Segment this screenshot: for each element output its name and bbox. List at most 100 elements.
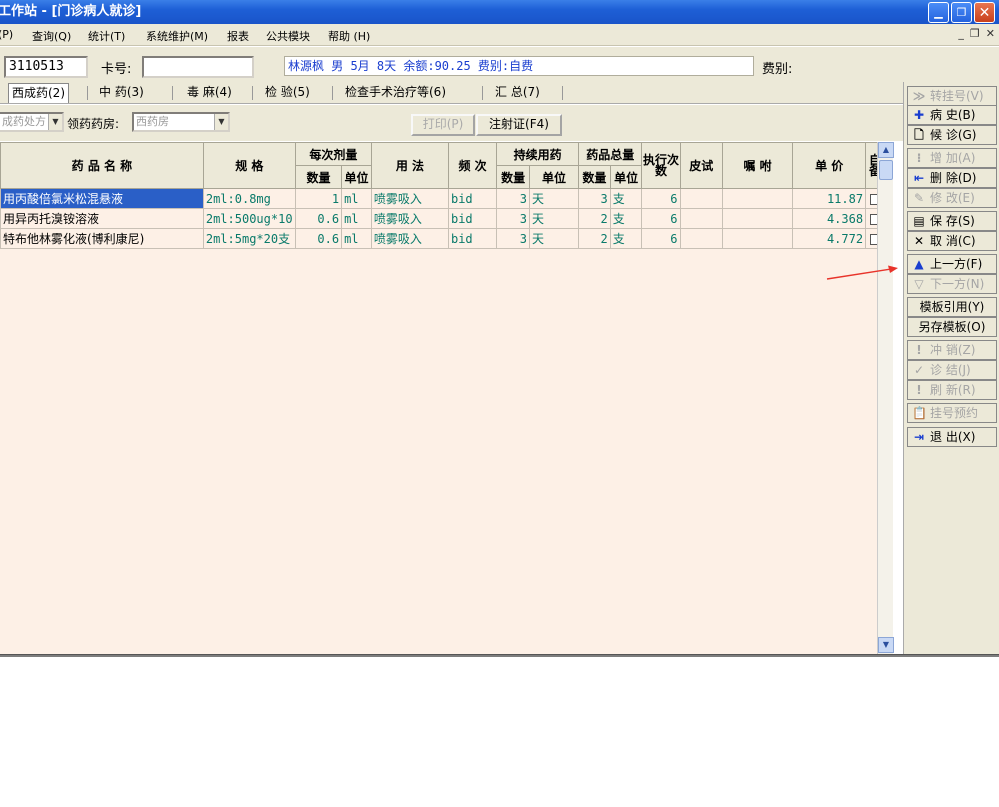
scroll-thumb[interactable] <box>879 160 893 180</box>
cell-total-unit[interactable]: 支 <box>609 228 643 249</box>
cell-cont-qty[interactable]: 3 <box>496 208 530 229</box>
cell-instructions[interactable] <box>721 228 794 249</box>
scroll-down-icon[interactable]: ▼ <box>878 637 894 653</box>
side-button-0[interactable]: ≫ 转挂号(V) <box>907 86 997 106</box>
side-button-1[interactable]: ✚ 病 史(B) <box>907 105 997 125</box>
prescription-type-combo[interactable]: 成药处方 ▼ <box>0 112 64 132</box>
table-row[interactable]: 用异丙托溴铵溶液 2ml:500ug*10 0.6 ml 喷雾吸入 bid 3 天 2 支 6 4.3… <box>0 208 893 229</box>
tab-chinese-medicine[interactable]: 中 药(3) <box>96 83 147 103</box>
patient-id-field[interactable]: 3110513 <box>4 56 88 78</box>
side-button-5[interactable]: ✎ 修 改(E) <box>907 188 997 208</box>
tab-narcotics[interactable]: 毒 麻(4) <box>184 83 235 103</box>
cell-skin-test[interactable] <box>679 188 723 209</box>
cell-usage[interactable]: 喷雾吸入 <box>370 228 449 249</box>
table-row[interactable]: 用丙酸倍氯米松混悬液 2ml:0.8mg 1 ml 喷雾吸入 bid 3 天 3 支 6 11.87 <box>0 188 893 209</box>
side-button-14[interactable]: ! 刷 新(R) <box>907 380 997 400</box>
double-chevron-right-icon: ≫ <box>912 89 926 103</box>
cell-cont-qty[interactable]: 3 <box>496 188 530 209</box>
cell-unit-price[interactable]: 4.772 <box>792 228 867 249</box>
menu-item-report[interactable]: 报表 <box>227 28 249 44</box>
col-header-frequency: 频 次 <box>447 142 498 189</box>
cell-total-unit[interactable]: 支 <box>609 188 643 209</box>
cell-total-qty[interactable]: 3 <box>578 188 611 209</box>
cell-skin-test[interactable] <box>679 228 723 249</box>
cell-unit-price[interactable]: 4.368 <box>792 208 867 229</box>
vertical-scrollbar[interactable]: ▲ ▼ <box>877 142 894 654</box>
cell-frequency[interactable]: bid <box>447 228 498 249</box>
save-icon: ▤ <box>913 214 925 228</box>
close-button[interactable]: ✕ <box>974 2 995 23</box>
print-button[interactable]: 打印(P) <box>411 114 475 136</box>
cell-exec-count[interactable]: 6 <box>641 188 681 209</box>
side-button-10[interactable]: 模板引用(Y) <box>907 297 997 317</box>
col-header-dose-unit: 单位 <box>341 165 372 189</box>
cell-frequency[interactable]: bid <box>447 188 498 209</box>
side-button-7[interactable]: ✕ 取 消(C) <box>907 231 997 251</box>
side-button-2[interactable]: 🗋 候 诊(G) <box>907 125 997 145</box>
dropdown-arrow-icon[interactable]: ▼ <box>48 114 62 130</box>
mdi-restore-icon[interactable]: ❐ <box>970 27 980 40</box>
cell-dose-unit[interactable]: ml <box>341 188 372 209</box>
mdi-minimize-icon[interactable]: _ <box>958 27 964 40</box>
cell-instructions[interactable] <box>721 208 794 229</box>
maximize-button[interactable]: ❐ <box>951 2 972 23</box>
menu-item-query[interactable]: 查询(Q) <box>32 28 71 44</box>
side-button-15[interactable]: 📋 挂号预约 <box>907 403 997 423</box>
cell-cont-unit[interactable]: 天 <box>528 228 580 249</box>
tab-summary[interactable]: 汇 总(7) <box>492 83 543 103</box>
cell-total-qty[interactable]: 2 <box>578 228 611 249</box>
side-button-9[interactable]: ▽ 下一方(N) <box>907 274 997 294</box>
cell-drug-name[interactable]: 特布他林雾化液(博利康尼) <box>0 228 204 249</box>
menu-item-maintenance[interactable]: 系统维护(M) <box>146 28 208 44</box>
cell-dose-unit[interactable]: ml <box>341 208 372 229</box>
tab-lab-tests[interactable]: 检 验(5) <box>262 83 313 103</box>
cell-frequency[interactable]: bid <box>447 208 498 229</box>
pharmacy-combo[interactable]: 西药房 ▼ <box>132 112 230 132</box>
cell-usage[interactable]: 喷雾吸入 <box>370 208 449 229</box>
side-button-4[interactable]: ⇤ 删 除(D) <box>907 168 997 188</box>
cell-dose-qty[interactable]: 0.6 <box>294 228 343 249</box>
cell-dose-unit[interactable]: ml <box>341 228 372 249</box>
side-button-11[interactable]: 另存模板(O) <box>907 317 997 337</box>
cell-exec-count[interactable]: 6 <box>641 228 681 249</box>
side-button-13[interactable]: ✓ 诊 结(J) <box>907 360 997 380</box>
cell-exec-count[interactable]: 6 <box>641 208 681 229</box>
menu-item-common[interactable]: 公共模块 <box>266 28 310 44</box>
tab-western-medicine[interactable]: 西成药(2) <box>8 83 69 103</box>
cell-skin-test[interactable] <box>679 208 723 229</box>
injection-cert-button[interactable]: 注射证(F4) <box>476 114 562 136</box>
cell-total-unit[interactable]: 支 <box>609 208 643 229</box>
cell-cont-qty[interactable]: 3 <box>496 228 530 249</box>
cell-total-qty[interactable]: 2 <box>578 208 611 229</box>
cell-drug-name[interactable]: 用异丙托溴铵溶液 <box>0 208 204 229</box>
side-button-6[interactable]: ▤ 保 存(S) <box>907 211 997 231</box>
side-button-16[interactable]: ⇥ 退 出(X) <box>907 427 997 447</box>
prescription-grid: 药 品 名 称 规 格 每次剂量 用 法 频 次 持续用药 药品总量 执行次数 … <box>0 142 893 654</box>
dropdown-arrow-icon[interactable]: ▼ <box>214 114 228 130</box>
cell-usage[interactable]: 喷雾吸入 <box>370 188 449 209</box>
table-row[interactable]: 特布他林雾化液(博利康尼) 2ml:5mg*20支 0.6 ml 喷雾吸入 bid 3 天 2 支… <box>0 228 893 249</box>
menu-item-file[interactable]: (P) <box>0 28 13 41</box>
tab-exam-surgery[interactable]: 检查手术治疗等(6) <box>342 83 449 103</box>
side-button-8[interactable]: ▲ 上一方(F) <box>907 254 997 274</box>
menu-item-stats[interactable]: 统计(T) <box>88 28 125 44</box>
cell-cont-unit[interactable]: 天 <box>528 208 580 229</box>
side-button-12[interactable]: ! 冲 销(Z) <box>907 340 997 360</box>
cell-drug-name[interactable]: 用丙酸倍氯米松混悬液 <box>0 188 204 209</box>
side-button-3[interactable]: ⁝ 增 加(A) <box>907 148 997 168</box>
cell-instructions[interactable] <box>721 188 794 209</box>
scroll-up-icon[interactable]: ▲ <box>878 142 894 158</box>
minimize-button[interactable]: ▁ <box>928 2 949 23</box>
cell-dose-qty[interactable]: 0.6 <box>294 208 343 229</box>
fee-type-label: 费别: <box>762 62 793 77</box>
mdi-close-icon[interactable]: ✕ <box>986 27 995 40</box>
menu-item-help[interactable]: 帮助 (H) <box>328 28 370 44</box>
cell-unit-price[interactable]: 11.87 <box>792 188 867 209</box>
cell-dose-qty[interactable]: 1 <box>294 188 343 209</box>
cell-cont-unit[interactable]: 天 <box>528 188 580 209</box>
cell-spec[interactable]: 2ml:500ug*10 <box>202 208 296 229</box>
cell-spec[interactable]: 2ml:0.8mg <box>202 188 296 209</box>
card-number-field[interactable] <box>142 56 254 78</box>
cell-spec[interactable]: 2ml:5mg*20支 <box>202 228 296 249</box>
col-header-skin-test: 皮试 <box>679 142 723 189</box>
